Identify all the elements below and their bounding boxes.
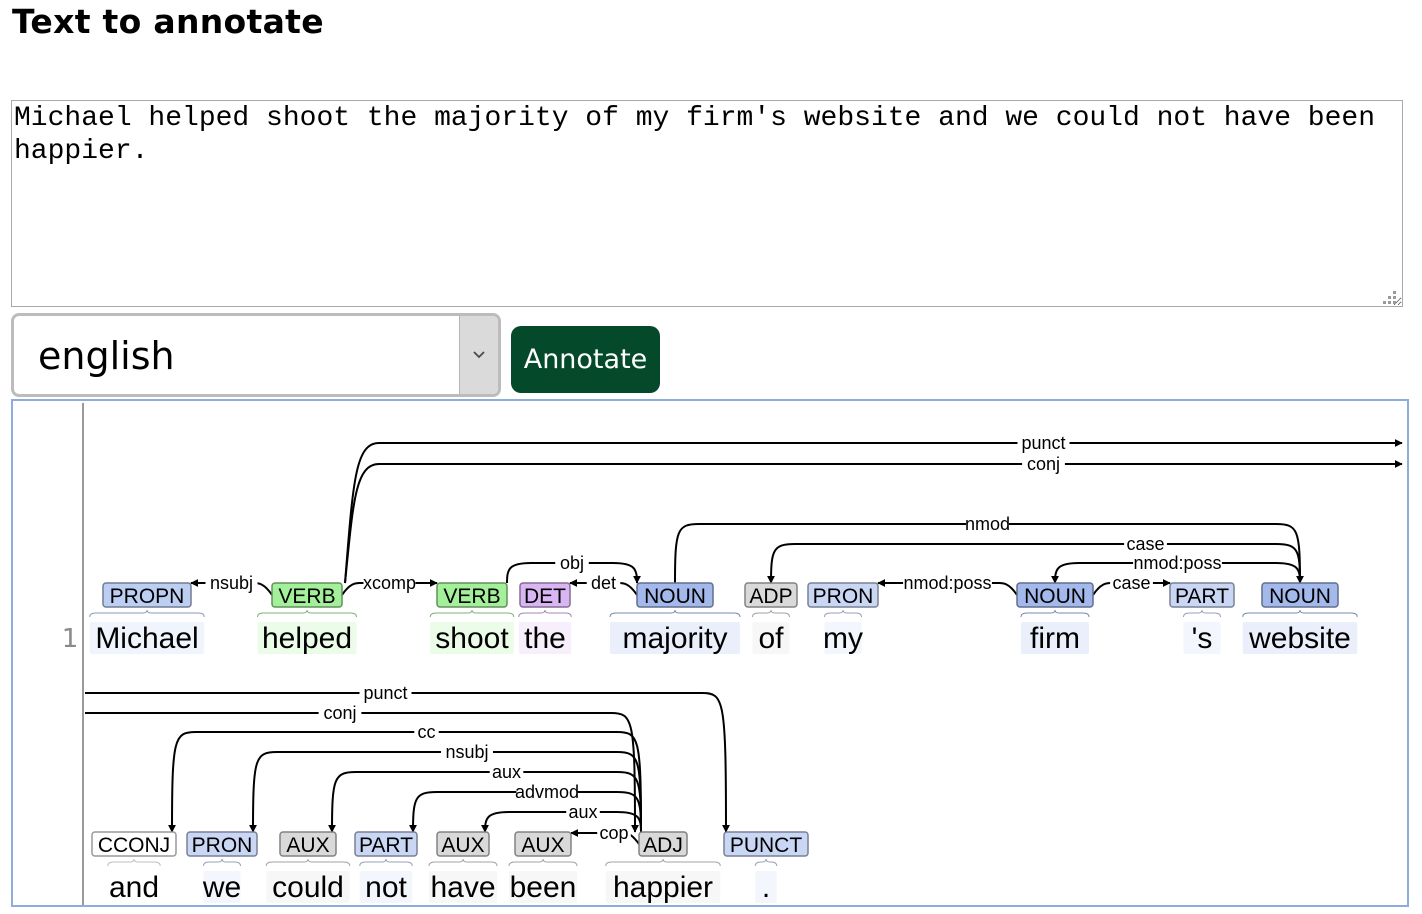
pos-tag-label: PRON <box>813 585 874 608</box>
annotation-visualization: 1 punct conj nmod case nmod:poss obj nsubj xcom… <box>11 399 1409 907</box>
token-brace <box>89 609 205 618</box>
token-word[interactable]: have <box>430 871 495 904</box>
arc-label: aux <box>492 762 521 782</box>
language-select[interactable]: english <box>11 313 501 397</box>
pos-tag-label: NOUN <box>644 585 706 608</box>
token-brace <box>429 609 515 618</box>
arc-label: advmod <box>515 782 579 802</box>
pos-tag-label: NOUN <box>1269 585 1331 608</box>
arc-label: case <box>1112 573 1150 593</box>
pos-tag-label: PART <box>359 834 413 857</box>
token-brace <box>824 609 862 618</box>
pos-tag-label: PRON <box>192 834 253 857</box>
sentence-number: 1 <box>62 624 79 654</box>
token-word[interactable]: and <box>109 871 159 904</box>
annotate-button[interactable]: Annotate <box>511 326 660 393</box>
token-word[interactable]: . <box>762 871 770 904</box>
token-brace <box>257 609 357 618</box>
pos-tag-label: PUNCT <box>730 834 803 857</box>
token-word[interactable]: 's <box>1192 622 1213 655</box>
arc-label: nsubj <box>445 742 488 762</box>
arc-label: nmod:poss <box>903 573 991 593</box>
token-word[interactable]: could <box>272 871 344 904</box>
arc-label: nmod <box>965 514 1010 534</box>
arc-label: cop <box>599 823 628 843</box>
token-brace <box>754 858 778 867</box>
language-dropdown-toggle[interactable] <box>459 316 498 394</box>
arc-label: punct <box>1021 433 1065 453</box>
token-brace <box>1020 609 1090 618</box>
pos-tag-label: PART <box>1175 585 1229 608</box>
token-brace <box>508 858 578 867</box>
token-word[interactable]: helped <box>262 622 352 655</box>
pos-tag-label: VERB <box>278 585 335 608</box>
token-brace <box>518 609 572 618</box>
token-brace <box>265 858 351 867</box>
token-brace <box>203 858 241 867</box>
token-brace <box>1242 609 1358 618</box>
resize-handle-icon[interactable] <box>1380 288 1398 306</box>
arc-label: cc <box>418 722 436 742</box>
pos-tag-label: VERB <box>443 585 500 608</box>
token-brace <box>107 858 161 867</box>
token-word[interactable]: the <box>524 622 566 655</box>
token-word[interactable]: firm <box>1030 622 1080 655</box>
text-to-annotate-input[interactable]: Michael helped shoot the majority of my … <box>11 100 1403 307</box>
token-word[interactable]: shoot <box>435 622 509 655</box>
token-brace <box>359 858 413 867</box>
pos-tag-label: ADJ <box>643 834 683 857</box>
pos-tag-label: PROPN <box>110 585 185 608</box>
token-word[interactable]: been <box>510 871 577 904</box>
token-word[interactable]: my <box>823 622 863 655</box>
dependency-graph: 1 punctconjnmodcasenmod:possobjnsubj xcom… <box>13 401 1403 905</box>
pos-tag-label: NOUN <box>1024 585 1086 608</box>
pos-tag-label: CCONJ <box>98 834 170 857</box>
arc-label: xcomp <box>363 573 416 593</box>
token-brace <box>605 858 721 867</box>
token-word[interactable]: happier <box>613 871 713 904</box>
pos-tag-label: AUX <box>286 834 329 857</box>
arc-label: aux <box>568 802 597 822</box>
token-brace <box>752 609 790 618</box>
arc-label: punct <box>363 683 407 703</box>
chevron-down-icon <box>473 351 485 359</box>
token-word[interactable]: majority <box>622 622 727 655</box>
arc-label: obj <box>560 553 584 573</box>
arc-label: case <box>1126 534 1164 554</box>
token-brace <box>609 609 741 618</box>
pos-tag-label: DET <box>524 585 566 608</box>
token-word[interactable]: not <box>365 871 407 904</box>
page-title: Text to annotate <box>12 2 324 41</box>
token-brace <box>1183 609 1221 618</box>
token-word[interactable]: we <box>202 871 241 904</box>
pos-tag-label: AUX <box>441 834 484 857</box>
pos-tag-label: AUX <box>521 834 564 857</box>
arc-label: conj <box>323 703 356 723</box>
arc-label: det <box>591 573 616 593</box>
pos-tag-label: ADP <box>749 585 792 608</box>
token-word[interactable]: website <box>1248 622 1351 655</box>
arc-label: nsubj <box>210 573 253 593</box>
language-selected-value: english <box>38 334 175 378</box>
token-word[interactable]: Michael <box>95 622 198 655</box>
arc-label: conj <box>1027 454 1060 474</box>
token-brace <box>428 858 498 867</box>
arc-label: nmod:poss <box>1133 553 1221 573</box>
token-word[interactable]: of <box>758 622 784 655</box>
